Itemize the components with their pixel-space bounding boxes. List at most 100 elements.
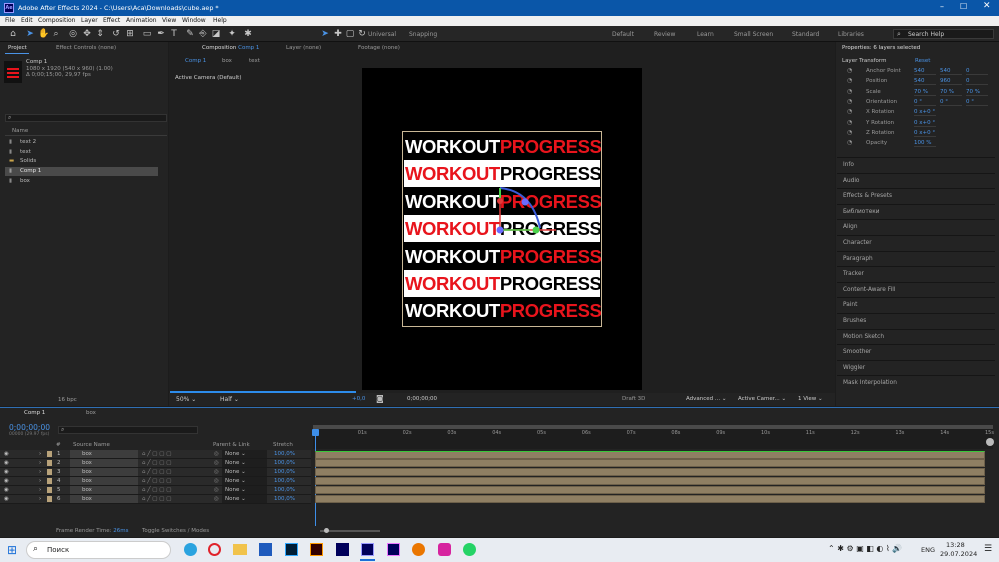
property-value[interactable]: 540 [940, 68, 962, 75]
workspace-default[interactable]: Default [612, 31, 634, 38]
label-color[interactable] [47, 451, 52, 457]
zoom-slider[interactable] [320, 528, 380, 533]
stretch-value[interactable]: 100,0% [274, 450, 295, 458]
camera-icon[interactable]: ◙ [376, 394, 384, 403]
panel-tab[interactable]: Brushes [837, 313, 995, 328]
tab-composition[interactable]: Composition Comp 1 [202, 45, 259, 51]
notifications-icon[interactable]: ☰ [984, 544, 992, 554]
list-item[interactable]: ▮ text [0, 148, 168, 157]
selection-tool-icon[interactable]: ➤ [25, 29, 35, 39]
premiere-icon[interactable] [387, 543, 400, 556]
playhead-handle[interactable] [312, 429, 319, 436]
panel-tab[interactable]: Info [837, 157, 995, 172]
table-row[interactable]: ◉ › 2 box ⌂ ╱ ▢ ▢ ▢ ◎ None ⌄ 100,0% [0, 458, 311, 468]
panel-tab[interactable]: Mask Interpolation [837, 375, 995, 390]
property-value[interactable]: 540 [914, 78, 936, 86]
visibility-eye-icon[interactable]: ◉ [4, 450, 9, 458]
blender-icon[interactable] [412, 543, 425, 556]
stretch-value[interactable]: 100,0% [274, 486, 295, 494]
opera-icon[interactable] [208, 543, 221, 556]
menu-file[interactable]: File [5, 17, 15, 24]
language-indicator[interactable]: ENG [921, 546, 935, 554]
label-color[interactable] [47, 459, 52, 466]
breadcrumb-comp[interactable]: Comp 1 [185, 58, 206, 64]
expand-arrow-icon[interactable]: › [39, 450, 41, 458]
property-value[interactable]: 0 [966, 68, 988, 75]
expand-arrow-icon[interactable]: › [39, 486, 41, 494]
property-value[interactable]: 70 % [940, 89, 962, 96]
type-tool-icon[interactable]: T [169, 29, 179, 39]
panel-tab[interactable]: Align [837, 219, 995, 234]
rotate-tool-icon[interactable]: ↺ [111, 29, 121, 39]
visibility-eye-icon[interactable]: ◉ [4, 459, 9, 467]
puppet-tool-icon[interactable]: ✱ [243, 29, 253, 39]
stretch-value[interactable]: 100,0% [274, 468, 295, 476]
renderer-dropdown[interactable]: Advanced ... ⌄ [686, 396, 727, 402]
table-row[interactable]: ◉ › 5 box ⌂ ╱ ▢ ▢ ▢ ◎ None ⌄ 100,0% [0, 485, 311, 495]
column-parent[interactable]: Parent & Link [213, 442, 250, 448]
layer-name-field[interactable] [70, 450, 138, 458]
viewer-timecode[interactable]: 0;00;00;00 [407, 396, 437, 402]
resolution-dropdown[interactable]: Half ⌄ [220, 396, 239, 403]
pickwhip-icon[interactable]: ◎ [214, 459, 219, 467]
minimize-button[interactable]: – [940, 2, 944, 11]
home-icon[interactable]: ⌂ [8, 29, 18, 39]
timeline-tab-comp[interactable]: Comp 1 [24, 410, 45, 416]
expand-arrow-icon[interactable]: › [39, 495, 41, 503]
workspace-standard[interactable]: Standard [792, 31, 819, 38]
maximize-button[interactable]: ☐ [960, 2, 967, 11]
property-value[interactable]: 960 [940, 78, 962, 86]
table-row[interactable]: ◉ › 3 box ⌂ ╱ ▢ ▢ ▢ ◎ None ⌄ 100,0% [0, 467, 311, 477]
pickwhip-icon[interactable]: ◎ [214, 486, 219, 494]
stretch-value[interactable]: 100,0% [274, 459, 295, 467]
property-value[interactable]: 0 [966, 78, 988, 86]
dolly-tool-icon[interactable]: ⇕ [95, 29, 105, 39]
switch-icons[interactable]: ⌂ ╱ ▢ ▢ ▢ [142, 477, 171, 485]
exposure-value[interactable]: +0,0 [352, 396, 365, 402]
eraser-tool-icon[interactable]: ◪ [211, 29, 221, 39]
switch-icons[interactable]: ⌂ ╱ ▢ ▢ ▢ [142, 468, 171, 476]
roto-tool-icon[interactable]: ✦ [227, 29, 237, 39]
menu-window[interactable]: Window [182, 17, 206, 24]
current-timecode[interactable]: 0;00;00;00 [9, 423, 50, 432]
after-effects-icon[interactable] [361, 543, 374, 556]
list-item[interactable]: ▬ Solids [0, 157, 168, 166]
layer-duration-bar[interactable] [315, 459, 985, 468]
switch-icons[interactable]: ⌂ ╱ ▢ ▢ ▢ [142, 486, 171, 494]
layer-name-field[interactable] [70, 458, 138, 467]
column-name[interactable]: Name [12, 128, 28, 134]
panel-tab[interactable]: Audio [837, 172, 995, 188]
stopwatch-icon[interactable]: ◔ [847, 139, 852, 146]
layer-name-field[interactable] [70, 494, 138, 503]
layer-duration-bar[interactable] [315, 477, 985, 486]
illustrator-icon[interactable] [310, 543, 323, 556]
layer-duration-bar[interactable] [315, 450, 985, 459]
menu-edit[interactable]: Edit [21, 17, 33, 24]
expand-arrow-icon[interactable]: › [39, 468, 41, 476]
pan-behind-icon[interactable]: ⊞ [125, 29, 135, 39]
stretch-value[interactable]: 100,0% [274, 495, 295, 503]
pickwhip-icon[interactable]: ◎ [214, 477, 219, 485]
list-item[interactable]: ▮ text 2 [0, 138, 168, 147]
workspace-libraries[interactable]: Libraries [838, 31, 864, 38]
switch-icons[interactable]: ⌂ ╱ ▢ ▢ ▢ [142, 459, 171, 467]
stopwatch-icon[interactable]: ◔ [847, 98, 852, 105]
layer-name-field[interactable] [70, 476, 138, 485]
pickwhip-icon[interactable]: ◎ [214, 450, 219, 458]
telegram-icon[interactable] [184, 543, 197, 556]
property-value[interactable]: 70 % [966, 89, 988, 96]
menu-effect[interactable]: Effect [103, 17, 120, 24]
camera-view-dropdown[interactable]: Active Camer... ⌄ [738, 396, 786, 402]
list-item-selected[interactable]: ▮ Comp 1 [5, 167, 158, 176]
workspace-review[interactable]: Review [654, 31, 675, 38]
breadcrumb-text[interactable]: text [249, 58, 260, 64]
tab-effect-controls[interactable]: Effect Controls (none) [56, 45, 116, 51]
word-icon[interactable] [259, 543, 272, 556]
property-value[interactable]: 0 x+0 ° [914, 109, 936, 117]
panel-tab[interactable]: Tracker [837, 266, 995, 281]
stopwatch-icon[interactable]: ◔ [847, 67, 852, 74]
panel-tab[interactable]: Paragraph [837, 250, 995, 266]
breadcrumb-box[interactable]: box [222, 58, 232, 64]
column-stretch[interactable]: Stretch [273, 442, 293, 448]
project-search-input[interactable]: ⌕ [5, 114, 167, 122]
